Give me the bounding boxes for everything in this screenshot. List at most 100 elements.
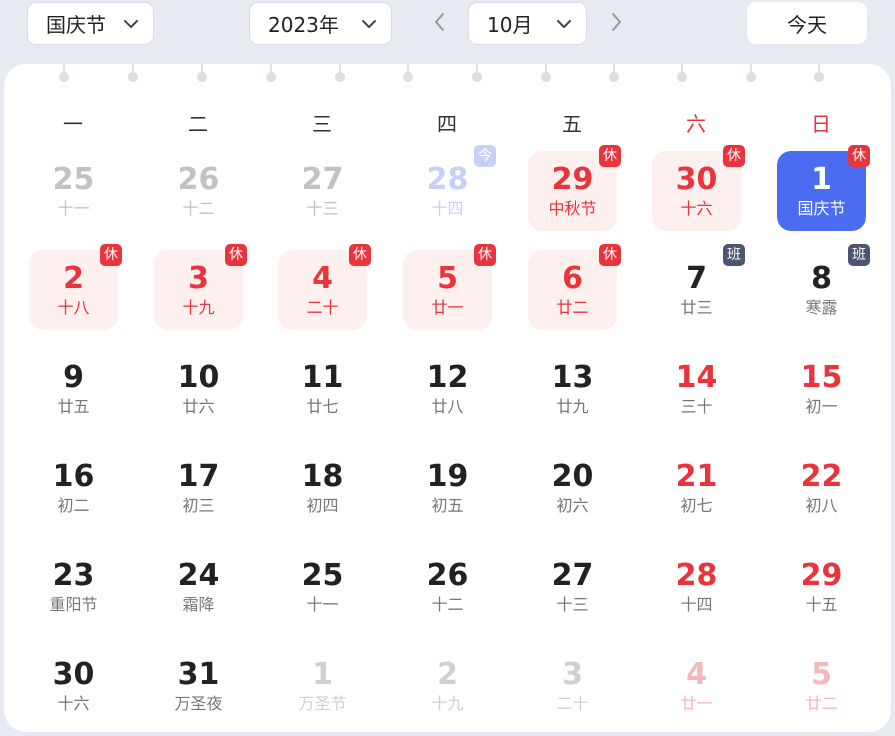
day-cell[interactable]: 29 中秋节 休 <box>528 145 621 231</box>
next-month-button[interactable] <box>604 10 628 34</box>
day-cell[interactable]: 12 廿八 <box>403 349 492 429</box>
holiday-badge: 休 <box>599 145 621 167</box>
day-number: 28 <box>675 558 718 593</box>
day-cell[interactable]: 18 初四 <box>278 448 367 528</box>
lunar-label: 廿一 <box>431 298 464 317</box>
day-number: 5 <box>811 657 832 692</box>
day-cell[interactable]: 25 十一 <box>29 151 118 231</box>
lunar-label: 寒露 <box>805 298 838 317</box>
day-cell[interactable]: 26 十二 <box>154 151 243 231</box>
day-cell[interactable]: 26 十二 <box>403 547 492 627</box>
day-cell[interactable]: 13 廿九 <box>528 349 617 429</box>
day-number: 3 <box>562 657 583 692</box>
day-number: 22 <box>800 459 843 494</box>
lunar-label: 万圣夜 <box>174 694 223 713</box>
lunar-label: 廿五 <box>57 397 90 416</box>
day-cell[interactable]: 23 重阳节 <box>29 547 118 627</box>
lunar-label: 十四 <box>431 199 464 218</box>
lunar-label: 初三 <box>182 496 215 515</box>
holiday-select[interactable]: 国庆节 <box>27 2 154 45</box>
day-number: 17 <box>177 459 220 494</box>
lunar-label: 廿二 <box>805 694 838 713</box>
prev-month-button[interactable] <box>428 10 452 34</box>
day-cell[interactable]: 28 十四 <box>652 547 741 627</box>
day-cell[interactable]: 20 初六 <box>528 448 617 528</box>
day-cell[interactable]: 9 廿五 <box>29 349 118 429</box>
day-number: 8 <box>811 261 832 296</box>
day-cell[interactable]: 28 十四 今 <box>403 145 496 231</box>
day-number: 27 <box>301 162 344 197</box>
day-cell[interactable]: 4 二十 休 <box>278 244 371 330</box>
day-cell[interactable]: 29 十五 <box>777 547 866 627</box>
day-cell[interactable]: 2 十八 休 <box>29 244 122 330</box>
day-cell[interactable]: 3 二十 <box>528 646 617 726</box>
lunar-label: 国庆节 <box>797 199 846 218</box>
weekday-label: 三 <box>312 112 332 136</box>
binder-ring <box>335 64 345 82</box>
day-number: 2 <box>437 657 458 692</box>
lunar-label: 十六 <box>680 199 713 218</box>
bottom-divider <box>4 732 891 736</box>
day-cell[interactable]: 3 十九 休 <box>154 244 247 330</box>
day-cell[interactable]: 22 初八 <box>777 448 866 528</box>
day-cell[interactable]: 21 初七 <box>652 448 741 528</box>
workday-badge: 班 <box>848 244 870 266</box>
lunar-label: 重阳节 <box>49 595 98 614</box>
lunar-label: 初六 <box>556 496 589 515</box>
day-number: 7 <box>686 261 707 296</box>
lunar-label: 十四 <box>680 595 713 614</box>
binder-ring <box>677 64 687 82</box>
day-cell[interactable]: 7 廿三 班 <box>652 244 745 330</box>
day-cell[interactable]: 31 万圣夜 <box>154 646 243 726</box>
day-cell[interactable]: 27 十三 <box>278 151 367 231</box>
day-number: 29 <box>551 162 594 197</box>
weekday-label: 二 <box>188 112 208 136</box>
day-number: 4 <box>312 261 333 296</box>
holiday-select-value: 国庆节 <box>46 13 106 37</box>
day-cell[interactable]: 16 初二 <box>29 448 118 528</box>
day-number: 13 <box>551 360 594 395</box>
weekday-header: 一二三四五六日 <box>4 108 891 136</box>
day-cell[interactable]: 11 廿七 <box>278 349 367 429</box>
lunar-label: 廿九 <box>556 397 589 416</box>
day-cell[interactable]: 4 廿一 <box>652 646 741 726</box>
lunar-label: 初八 <box>805 496 838 515</box>
today-button[interactable]: 今天 <box>747 2 867 44</box>
binder-ring <box>197 64 207 82</box>
binder-ring <box>472 64 482 82</box>
day-cell[interactable]: 1 国庆节 休 <box>777 145 870 231</box>
day-cell[interactable]: 24 霜降 <box>154 547 243 627</box>
month-select[interactable]: 10月 <box>468 2 587 45</box>
day-cell[interactable]: 6 廿二 休 <box>528 244 621 330</box>
day-number: 18 <box>301 459 344 494</box>
day-number: 1 <box>312 657 333 692</box>
day-cell[interactable]: 30 十六 <box>29 646 118 726</box>
day-cell[interactable]: 1 万圣节 <box>278 646 367 726</box>
year-select[interactable]: 2023年 <box>249 2 392 45</box>
day-cell[interactable]: 15 初一 <box>777 349 866 429</box>
day-cell[interactable]: 25 十一 <box>278 547 367 627</box>
lunar-label: 十二 <box>431 595 464 614</box>
lunar-label: 十八 <box>57 298 90 317</box>
day-cell[interactable]: 27 十三 <box>528 547 617 627</box>
lunar-label: 二十 <box>306 298 339 317</box>
day-number: 24 <box>177 558 220 593</box>
day-cell[interactable]: 30 十六 休 <box>652 145 745 231</box>
day-cell[interactable]: 5 廿二 <box>777 646 866 726</box>
day-number: 10 <box>177 360 220 395</box>
day-cell[interactable]: 17 初三 <box>154 448 243 528</box>
day-cell[interactable]: 10 廿六 <box>154 349 243 429</box>
day-cell[interactable]: 8 寒露 班 <box>777 244 870 330</box>
day-cell[interactable]: 2 十九 <box>403 646 492 726</box>
workday-badge: 班 <box>723 244 745 266</box>
lunar-label: 三十 <box>680 397 713 416</box>
day-number: 26 <box>177 162 220 197</box>
lunar-label: 十六 <box>57 694 90 713</box>
day-cell[interactable]: 19 初五 <box>403 448 492 528</box>
holiday-badge: 休 <box>349 244 371 266</box>
lunar-label: 霜降 <box>182 595 215 614</box>
day-cell[interactable]: 5 廿一 休 <box>403 244 496 330</box>
day-cell[interactable]: 14 三十 <box>652 349 741 429</box>
lunar-label: 廿八 <box>431 397 464 416</box>
day-number: 11 <box>301 360 344 395</box>
